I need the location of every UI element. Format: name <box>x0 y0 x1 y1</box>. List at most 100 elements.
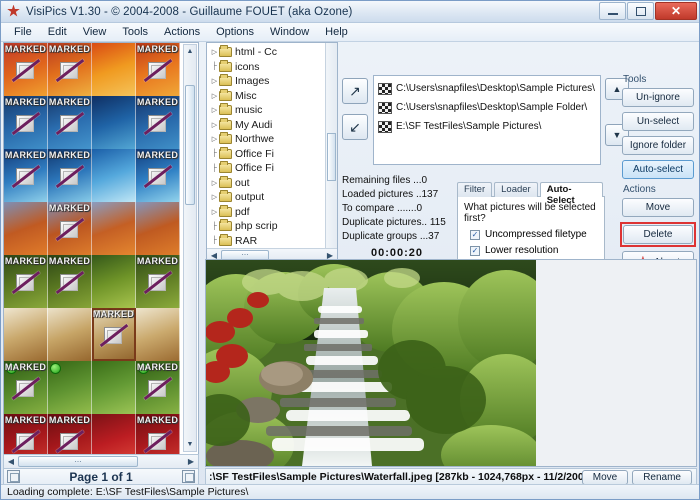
thumbnail-cell[interactable]: MARKED <box>92 308 136 361</box>
thumbnail-cell[interactable]: MARKED <box>136 255 180 308</box>
tree-item[interactable]: ▷output <box>207 190 337 205</box>
thumbnail-cell[interactable]: MARKED <box>4 149 48 202</box>
tree-item[interactable]: ├RAR <box>207 234 337 249</box>
preview-panel[interactable] <box>205 259 697 467</box>
next-page-icon[interactable] <box>182 470 195 483</box>
un-ignore-button[interactable]: Un-ignore <box>622 88 694 107</box>
thumbnail-cell[interactable]: MARKED <box>48 96 92 149</box>
path-list-item[interactable]: C:\Users\snapfiles\Desktop\Sample Pictur… <box>376 79 598 98</box>
thumbnail-cell[interactable] <box>92 149 136 202</box>
menu-window[interactable]: Window <box>262 24 317 40</box>
tree-vertical-scrollbar[interactable] <box>325 43 337 248</box>
menu-actions[interactable]: Actions <box>156 24 208 40</box>
tree-item[interactable]: ▷Northwe <box>207 132 337 147</box>
selected-paths-list[interactable]: C:\Users\snapfiles\Desktop\Sample Pictur… <box>373 75 601 165</box>
thumbnail-horizontal-scrollbar[interactable]: ◀ ⋯ ▶ <box>3 454 199 469</box>
tab-loader[interactable]: Loader <box>494 182 538 197</box>
menu-view[interactable]: View <box>75 24 115 40</box>
thumbnail-cell[interactable]: MARKED <box>4 96 48 149</box>
delete-action-button[interactable]: Delete <box>623 225 693 244</box>
thumbnail-cell[interactable]: MARKED <box>136 149 180 202</box>
ignore-folder-button[interactable]: Ignore folder <box>622 136 694 155</box>
thumbnail-cell[interactable] <box>136 308 180 361</box>
thumbnail-cell[interactable] <box>136 202 180 255</box>
scroll-right-icon[interactable]: ▶ <box>184 457 198 466</box>
auto-select-option[interactable]: ✓Uncompressed filetype <box>464 229 598 240</box>
thumbnail-cell[interactable] <box>92 202 136 255</box>
tree-branch-icon[interactable]: ├ <box>210 223 219 230</box>
path-list-item[interactable]: E:\SF TestFiles\Sample Pictures\ <box>376 117 598 136</box>
tree-item[interactable]: ▷Images <box>207 74 337 89</box>
tree-item[interactable]: ▷Misc <box>207 89 337 104</box>
un-select-button[interactable]: Un-select <box>622 112 694 131</box>
tree-branch-icon[interactable]: ├ <box>210 63 219 70</box>
tab-filter[interactable]: Filter <box>457 182 492 197</box>
checkbox[interactable]: ✓ <box>470 246 480 256</box>
scroll-down-icon[interactable]: ▼ <box>184 438 196 451</box>
expand-arrow-icon[interactable]: ▷ <box>210 135 219 143</box>
thumbnail-cell[interactable]: MARKED <box>4 361 48 414</box>
thumbnail-cell[interactable] <box>48 308 92 361</box>
remove-folder-button[interactable]: ↙ <box>342 114 368 140</box>
thumbnail-panel[interactable]: MARKEDMARKEDMARKEDMARKEDMARKEDMARKEDMARK… <box>3 42 199 469</box>
thumbnail-cell[interactable]: MARKED <box>48 43 92 96</box>
path-list-item[interactable]: C:\Users\snapfiles\Desktop\Sample Folder… <box>376 98 598 117</box>
tree-item[interactable]: ├icons <box>207 60 337 75</box>
thumbnail-cell[interactable] <box>48 361 92 414</box>
thumbnail-cell[interactable] <box>4 202 48 255</box>
thumbnail-cell[interactable] <box>92 255 136 308</box>
thumbnail-cell[interactable] <box>92 43 136 96</box>
checkbox[interactable]: ✓ <box>470 230 480 240</box>
expand-arrow-icon[interactable]: ▷ <box>210 121 219 129</box>
menu-file[interactable]: File <box>6 24 40 40</box>
scrollbar-thumb[interactable] <box>185 85 195 205</box>
expand-arrow-icon[interactable]: ▷ <box>210 208 219 216</box>
menu-edit[interactable]: Edit <box>40 24 75 40</box>
add-folder-button[interactable]: ↗ <box>342 78 368 104</box>
thumbnail-cell[interactable] <box>4 308 48 361</box>
tab-auto-select[interactable]: Auto-Select <box>540 182 603 197</box>
expand-arrow-icon[interactable]: ▷ <box>210 193 219 201</box>
tree-item[interactable]: ▷music <box>207 103 337 118</box>
tree-item[interactable]: ▷My Audi <box>207 118 337 133</box>
tree-scrollbar-thumb[interactable] <box>327 133 336 181</box>
minimize-button[interactable] <box>599 2 626 20</box>
expand-arrow-icon[interactable]: ▷ <box>210 179 219 187</box>
auto-select-button[interactable]: Auto-select <box>622 160 694 179</box>
scroll-up-icon[interactable]: ▲ <box>184 45 196 58</box>
move-action-button[interactable]: Move <box>622 198 694 217</box>
auto-select-option[interactable]: ✓Lower resolution <box>464 245 598 256</box>
tree-item[interactable]: ▷html - Cc <box>207 45 337 60</box>
tree-item[interactable]: ▷pdf <box>207 205 337 220</box>
tree-item[interactable]: ├Office Fi <box>207 161 337 176</box>
tree-item[interactable]: ├php scrip <box>207 219 337 234</box>
thumbnail-cell[interactable] <box>92 96 136 149</box>
thumbnail-cell[interactable]: MARKED <box>48 149 92 202</box>
expand-arrow-icon[interactable]: ▷ <box>210 48 219 56</box>
hscroll-thumb[interactable]: ⋯ <box>18 456 138 467</box>
tree-item[interactable]: ▷out <box>207 176 337 191</box>
tree-branch-icon[interactable]: ├ <box>210 237 219 244</box>
scroll-left-icon[interactable]: ◀ <box>4 457 18 466</box>
menu-options[interactable]: Options <box>208 24 262 40</box>
thumbnail-cell[interactable]: MARKED <box>136 361 180 414</box>
folder-tree-panel[interactable]: ▷html - Cc├icons▷Images▷Misc▷music▷My Au… <box>206 42 338 262</box>
menu-tools[interactable]: Tools <box>114 24 156 40</box>
first-page-icon[interactable] <box>7 470 20 483</box>
menu-help[interactable]: Help <box>317 24 356 40</box>
maximize-button[interactable] <box>627 2 654 20</box>
thumbnail-cell[interactable]: MARKED <box>48 255 92 308</box>
preview-move-button[interactable]: Move <box>582 470 628 485</box>
thumbnail-cell[interactable] <box>92 361 136 414</box>
preview-rename-button[interactable]: Rename <box>632 470 692 485</box>
expand-arrow-icon[interactable]: ▷ <box>210 106 219 114</box>
expand-arrow-icon[interactable]: ▷ <box>210 92 219 100</box>
tree-branch-icon[interactable]: ├ <box>210 165 219 172</box>
thumbnail-cell[interactable]: MARKED <box>136 96 180 149</box>
close-button[interactable]: ✕ <box>655 2 697 20</box>
expand-arrow-icon[interactable]: ▷ <box>210 77 219 85</box>
thumbnail-cell[interactable]: MARKED <box>48 202 92 255</box>
thumbnail-cell[interactable]: MARKED <box>136 43 180 96</box>
tree-branch-icon[interactable]: ├ <box>210 150 219 157</box>
thumbnail-vertical-scrollbar[interactable]: ▲ ▼ <box>183 44 197 452</box>
